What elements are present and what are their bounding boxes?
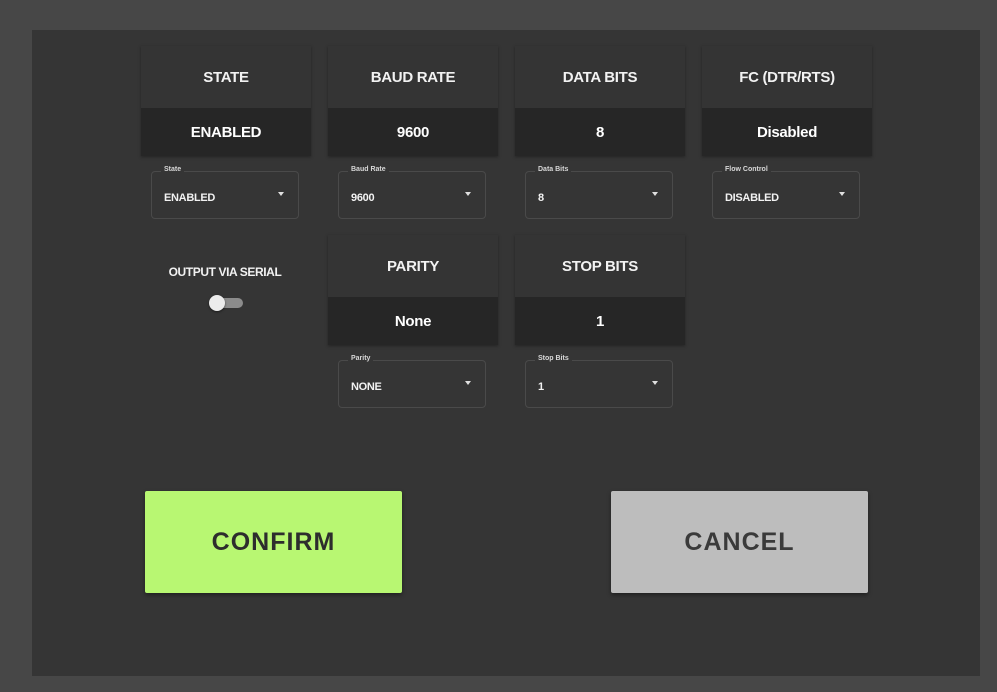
state-card-value: ENABLED [141,108,311,156]
stop-bits-select[interactable]: Stop Bits 1 [525,355,673,408]
state-card: STATE ENABLED [141,46,311,156]
baud-rate-card: BAUD RATE 9600 [328,46,498,156]
output-via-serial-label: OUTPUT VIA SERIAL [168,265,282,279]
data-bits-select[interactable]: Data Bits 8 [525,166,673,219]
parity-select-value: NONE [351,381,382,393]
parity-select-label: Parity [348,355,374,362]
flow-control-card: FC (DTR/RTS) Disabled [702,46,872,156]
cancel-button[interactable]: CANCEL [611,491,868,593]
baud-rate-select-value: 9600 [351,192,375,204]
data-bits-select-value: 8 [538,192,544,204]
baud-rate-select-label: Baud Rate [348,166,389,173]
parity-card: PARITY None [328,235,498,345]
parity-card-title: PARITY [328,235,498,297]
parity-select[interactable]: Parity NONE [338,355,486,408]
flow-control-card-title: FC (DTR/RTS) [702,46,872,108]
state-select-value: ENABLED [164,192,216,204]
chevron-down-icon [839,192,845,196]
flow-control-select-label: Flow Control [722,166,771,173]
data-bits-card-value: 8 [515,108,685,156]
stop-bits-card-title: STOP BITS [515,235,685,297]
output-via-serial-toggle[interactable] [209,295,245,311]
chevron-down-icon [652,381,658,385]
state-card-title: STATE [141,46,311,108]
chevron-down-icon [465,192,471,196]
chevron-down-icon [465,381,471,385]
data-bits-card: DATA BITS 8 [515,46,685,156]
stop-bits-select-value: 1 [538,381,544,393]
chevron-down-icon [278,192,284,196]
parity-card-value: None [328,297,498,345]
baud-rate-select[interactable]: Baud Rate 9600 [338,166,486,219]
baud-rate-card-title: BAUD RATE [328,46,498,108]
stop-bits-card-value: 1 [515,297,685,345]
baud-rate-card-value: 9600 [328,108,498,156]
stop-bits-select-label: Stop Bits [535,355,572,362]
chevron-down-icon [652,192,658,196]
confirm-button[interactable]: CONFIRM [145,491,402,593]
stop-bits-card: STOP BITS 1 [515,235,685,345]
data-bits-select-label: Data Bits [535,166,572,173]
flow-control-card-value: Disabled [702,108,872,156]
flow-control-select-value: DISABLED [725,192,779,204]
data-bits-card-title: DATA BITS [515,46,685,108]
flow-control-select[interactable]: Flow Control DISABLED [712,166,860,219]
toggle-thumb [209,295,225,311]
state-select[interactable]: State ENABLED [151,166,299,219]
state-select-label: State [161,166,185,173]
